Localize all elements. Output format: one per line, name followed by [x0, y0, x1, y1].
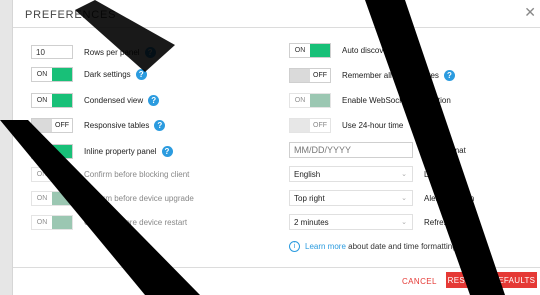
- auto-discover-toggle[interactable]: ON: [289, 42, 331, 58]
- language-label: Language: [424, 169, 460, 179]
- help-icon[interactable]: ?: [144, 46, 156, 58]
- confirm-restart-row: ON Confirm before device restart: [31, 214, 187, 230]
- inline-property-panel-toggle[interactable]: ON: [31, 143, 73, 159]
- dialog-title: PREFERENCES: [25, 9, 117, 21]
- dark-settings-row: ON Dark settings ?: [31, 66, 147, 82]
- chevron-down-icon: ⌄: [401, 195, 407, 202]
- dark-settings-toggle[interactable]: ON: [31, 66, 73, 82]
- condensed-view-toggle[interactable]: ON: [31, 92, 73, 108]
- date-format-label: Date format: [424, 145, 466, 155]
- toggle-switch: [290, 118, 310, 132]
- rows-per-panel-label: Rows per panel: [84, 47, 140, 57]
- toggle-switch: [32, 118, 52, 132]
- header-divider: [13, 27, 540, 28]
- close-icon[interactable]: ✕: [524, 5, 536, 19]
- responsive-tables-row: OFF Responsive tables ?: [31, 117, 166, 133]
- chevron-down-icon: ⌄: [401, 171, 407, 178]
- condensed-view-label: Condensed view: [84, 95, 144, 105]
- info-icon: i: [289, 240, 300, 252]
- toggle-state: OFF: [313, 121, 327, 129]
- toggle-state: ON: [36, 70, 48, 78]
- help-icon[interactable]: ?: [161, 145, 173, 157]
- dark-settings-label: Dark settings: [84, 69, 131, 79]
- remember-refresh-label: Remember all refresh rates: [342, 70, 439, 80]
- toggle-state: ON: [36, 96, 48, 104]
- websocket-row: ON Enable WebSocket connection: [289, 92, 451, 108]
- responsive-tables-label: Responsive tables: [84, 120, 150, 130]
- help-icon[interactable]: ?: [443, 69, 455, 81]
- preferences-dialog: PREFERENCES ✕ 10 Rows per panel ? ON Dar…: [12, 0, 540, 295]
- reset-to-defaults-button[interactable]: RESET TO DEFAULTS: [446, 272, 537, 288]
- remember-refresh-toggle[interactable]: OFF: [289, 67, 331, 83]
- 24-hour-time-row: OFF Use 24-hour time: [289, 117, 403, 133]
- help-icon[interactable]: ?: [154, 119, 166, 131]
- date-format-row: MM/DD/YYYY Date format: [289, 142, 466, 158]
- help-icon[interactable]: ?: [148, 94, 160, 106]
- confirm-blocking-toggle[interactable]: ON: [31, 166, 73, 182]
- inline-property-panel-row: ON Inline property panel ?: [31, 143, 173, 159]
- confirm-blocking-row: ON Confirm before blocking client: [31, 166, 189, 182]
- toggle-state: OFF: [313, 71, 327, 79]
- confirm-upgrade-row: ON Confirm before device upgrade: [31, 190, 194, 206]
- toggle-switch: [52, 215, 72, 229]
- toggle-state: ON: [294, 46, 306, 54]
- websocket-toggle[interactable]: ON: [289, 92, 331, 108]
- info-text: about date and time formatting.: [345, 241, 459, 251]
- toggle-switch: [310, 93, 330, 107]
- alerts-position-value: Top right: [294, 193, 325, 203]
- confirm-restart-label: Confirm before device restart: [84, 217, 188, 227]
- date-format-input[interactable]: MM/DD/YYYY: [289, 142, 413, 158]
- toggle-switch: [290, 68, 310, 82]
- language-row: English ⌄ Language: [289, 166, 460, 182]
- toggle-state: ON: [36, 170, 48, 178]
- toggle-state: OFF: [55, 121, 69, 129]
- websocket-label: Enable WebSocket connection: [342, 95, 451, 105]
- footer-divider: [13, 267, 540, 268]
- toggle-switch: [52, 191, 72, 205]
- refresh-rate-value: 2 minutes: [294, 217, 329, 227]
- refresh-rate-row: 2 minutes ⌄ Refresh rate: [289, 214, 468, 230]
- toggle-state: ON: [36, 218, 48, 226]
- confirm-upgrade-toggle[interactable]: ON: [31, 190, 73, 206]
- rows-per-panel-input[interactable]: 10: [31, 45, 73, 59]
- rows-per-panel-row: 10 Rows per panel ?: [31, 44, 156, 60]
- condensed-view-row: ON Condensed view ?: [31, 92, 160, 108]
- toggle-switch: [52, 144, 72, 158]
- refresh-rate-select[interactable]: 2 minutes ⌄: [289, 214, 413, 230]
- toggle-switch: [52, 167, 72, 181]
- auto-discover-label: Auto discover devices: [342, 45, 420, 55]
- date-time-info-row: i Learn more about date and time formatt…: [289, 238, 459, 254]
- help-icon[interactable]: ?: [135, 68, 147, 80]
- toggle-state: ON: [294, 96, 306, 104]
- language-value: English: [294, 169, 321, 179]
- confirm-blocking-label: Confirm before blocking client: [84, 169, 190, 179]
- alerts-position-label: Alerts position: [424, 193, 475, 203]
- inline-property-panel-label: Inline property panel: [84, 146, 157, 156]
- toggle-switch: [310, 43, 330, 57]
- responsive-tables-toggle[interactable]: OFF: [31, 117, 73, 133]
- toggle-switch: [52, 67, 72, 81]
- cancel-button[interactable]: CANCEL: [402, 277, 437, 286]
- 24-hour-time-toggle[interactable]: OFF: [289, 117, 331, 133]
- alerts-position-row: Top right ⌄ Alerts position: [289, 190, 474, 206]
- chevron-down-icon: ⌄: [401, 219, 407, 226]
- remember-refresh-row: OFF Remember all refresh rates ?: [289, 67, 455, 83]
- language-select[interactable]: English ⌄: [289, 166, 413, 182]
- 24-hour-time-label: Use 24-hour time: [342, 120, 404, 130]
- confirm-restart-toggle[interactable]: ON: [31, 214, 73, 230]
- refresh-rate-label: Refresh rate: [424, 217, 469, 227]
- learn-more-link[interactable]: Learn more: [305, 242, 346, 251]
- confirm-upgrade-label: Confirm before device upgrade: [84, 193, 194, 203]
- toggle-switch: [52, 93, 72, 107]
- toggle-state: ON: [36, 147, 48, 155]
- toggle-state: ON: [36, 194, 48, 202]
- alerts-position-select[interactable]: Top right ⌄: [289, 190, 413, 206]
- auto-discover-row: ON Auto discover devices: [289, 42, 420, 58]
